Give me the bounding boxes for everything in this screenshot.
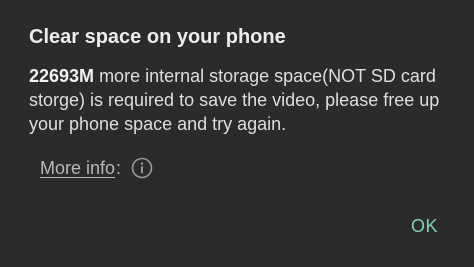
dialog-title: Clear space on your phone xyxy=(29,26,286,48)
dialog-message: 22693M more internal storage space(NOT S… xyxy=(29,64,449,136)
more-info-separator: : xyxy=(116,157,122,178)
storage-dialog: Clear space on your phone 22693M more in… xyxy=(0,0,474,267)
info-icon[interactable] xyxy=(131,157,153,179)
ok-button[interactable]: OK xyxy=(411,216,438,237)
storage-amount: 22693M xyxy=(29,66,95,86)
more-info-row: More info: xyxy=(40,157,153,179)
more-info-link[interactable]: More info xyxy=(40,158,115,179)
